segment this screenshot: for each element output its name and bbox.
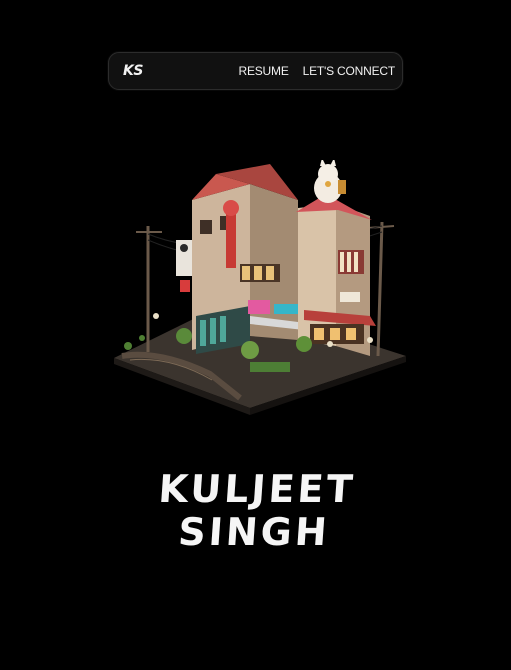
top-navbar: KS RESUME LET'S CONNECT <box>108 52 403 90</box>
hero-name-first: KULJEET <box>157 467 357 511</box>
hero-building-illustration <box>114 160 406 415</box>
nav-link-connect[interactable]: LET'S CONNECT <box>303 64 396 78</box>
hero-name: KULJEET SINGH <box>0 467 511 554</box>
logo-home-link[interactable]: KS <box>123 63 143 79</box>
nav-links: RESUME LET'S CONNECT <box>238 64 395 78</box>
nav-link-resume[interactable]: RESUME <box>238 64 288 78</box>
hero-name-last: SINGH <box>176 510 332 554</box>
